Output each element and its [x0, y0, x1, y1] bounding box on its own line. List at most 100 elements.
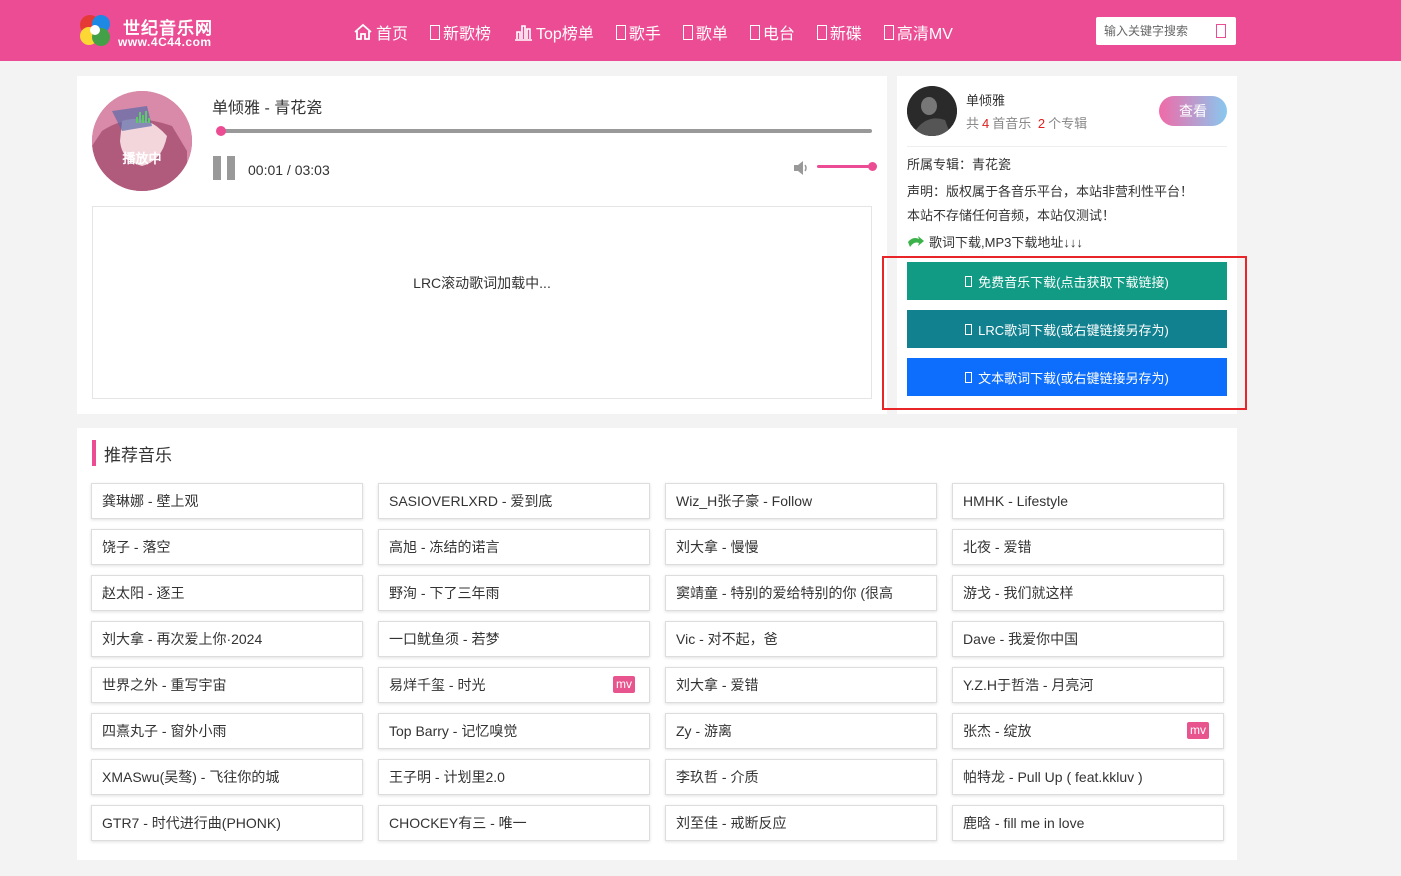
song-link-item[interactable]: 高旭 - 冻结的诺言: [378, 529, 650, 565]
nav-item-top-charts[interactable]: Top榜单: [513, 20, 594, 44]
download-highlight-box: [882, 256, 1247, 410]
volume-slider[interactable]: [817, 162, 877, 171]
song-link-item[interactable]: 张杰 - 绽放 mv: [952, 713, 1224, 749]
heading-accent-bar: [92, 440, 96, 466]
song-link-item[interactable]: 游戈 - 我们就这样: [952, 575, 1224, 611]
song-link-item[interactable]: 北夜 - 爱错: [952, 529, 1224, 565]
song-link-label: 张杰 - 绽放: [963, 723, 1032, 739]
top-header: 世纪音乐网 www.4C44.com 首页 新歌榜 Top榜单 歌手 歌单 电台…: [0, 0, 1401, 61]
progress-bar[interactable]: [215, 126, 872, 136]
playing-status: 播放中: [122, 151, 162, 166]
download-arrow-icon: [908, 236, 924, 247]
song-link-item[interactable]: Top Barry - 记忆嗅觉: [378, 713, 650, 749]
song-link-item[interactable]: 刘至佳 - 戒断反应: [665, 805, 937, 841]
box-icon: [749, 24, 760, 40]
nav-label: 歌单: [695, 26, 728, 43]
album-count: 2: [1037, 116, 1046, 131]
mv-badge[interactable]: mv: [1187, 722, 1209, 739]
artist-name[interactable]: 单倾雅: [966, 90, 1005, 109]
search-icon[interactable]: [1216, 24, 1226, 38]
song-link-label: CHOCKEY有三 - 唯一: [389, 815, 527, 831]
song-link-label: Zy - 游离: [676, 723, 732, 739]
download-hint: 歌词下载,MP3下载地址↓↓↓: [907, 232, 1083, 251]
song-link-label: 世界之外 - 重写宇宙: [102, 677, 227, 693]
nav-item-home[interactable]: 首页: [353, 20, 408, 44]
song-link-item[interactable]: Y.Z.H于哲浩 - 月亮河: [952, 667, 1224, 703]
recommended-music-section: 推荐音乐 龚琳娜 - 壁上观 SASIOVERLXRD - 爱到底 Wiz_H张子豪…: [77, 428, 1237, 860]
song-link-item[interactable]: Dave - 我爱你中国: [952, 621, 1224, 657]
album-cover[interactable]: 播放中: [92, 91, 192, 191]
song-link-item[interactable]: 龚琳娜 - 壁上观: [91, 483, 363, 519]
box-icon: [816, 24, 827, 40]
song-link-label: Top Barry - 记忆嗅觉: [389, 723, 518, 739]
section-heading: 推荐音乐: [92, 440, 172, 466]
song-link-item[interactable]: 刘大拿 - 爱错: [665, 667, 937, 703]
song-link-label: Dave - 我爱你中国: [963, 631, 1079, 647]
album-unit: 个专辑: [1048, 116, 1088, 131]
nav-item-playlists[interactable]: 歌单: [682, 20, 728, 44]
song-link-item[interactable]: 窦靖童 - 特别的爱给特别的你 (很高: [665, 575, 937, 611]
song-link-label: 饶子 - 落空: [102, 539, 171, 555]
song-link-item[interactable]: 鹿晗 - fill me in love: [952, 805, 1224, 841]
logo-mark-icon: [80, 15, 110, 46]
storage-notice: 本站不存储任何音频，本站仅测试！: [907, 208, 1116, 223]
nav-label: 电台: [762, 26, 795, 43]
main-nav: 首页 新歌榜 Top榜单 歌手 歌单 电台 新碟 高清MV: [353, 19, 975, 45]
song-link-item[interactable]: Zy - 游离: [665, 713, 937, 749]
nav-item-singers[interactable]: 歌手: [615, 20, 661, 44]
song-link-item[interactable]: XMASwu(吴骜) - 飞往你的城: [91, 759, 363, 795]
song-link-item[interactable]: 赵太阳 - 逐王: [91, 575, 363, 611]
song-link-item[interactable]: HMHK - Lifestyle: [952, 483, 1224, 519]
song-link-item[interactable]: CHOCKEY有三 - 唯一: [378, 805, 650, 841]
song-link-item[interactable]: Vic - 对不起，爸: [665, 621, 937, 657]
artist-stats: 共 4 首音乐 2 个专辑: [966, 113, 1087, 132]
nav-item-radio[interactable]: 电台: [749, 20, 795, 44]
nav-label: 歌手: [628, 26, 661, 43]
volume-icon[interactable]: [793, 159, 811, 177]
song-link-item[interactable]: 王子明 - 计划里2.0: [378, 759, 650, 795]
song-link-item[interactable]: 易烊千玺 - 时光 mv: [378, 667, 650, 703]
song-link-label: 赵太阳 - 逐王: [102, 585, 185, 601]
time-display: 00:01 / 03:03: [248, 162, 330, 178]
song-link-item[interactable]: 刘大拿 - 慢慢: [665, 529, 937, 565]
song-link-label: 李玖哲 - 介质: [676, 769, 759, 785]
song-link-item[interactable]: 饶子 - 落空: [91, 529, 363, 565]
song-link-label: 野洵 - 下了三年雨: [389, 585, 500, 601]
song-link-item[interactable]: 野洵 - 下了三年雨: [378, 575, 650, 611]
search-input[interactable]: [1096, 18, 1206, 44]
song-link-item[interactable]: 帕特龙 - Pull Up ( feat.kkluv ): [952, 759, 1224, 795]
song-link-label: 高旭 - 冻结的诺言: [389, 539, 500, 555]
song-link-label: 北夜 - 爱错: [963, 539, 1032, 555]
song-link-label: 刘大拿 - 再次爱上你·2024: [102, 631, 263, 647]
song-link-item[interactable]: Wiz_H张子豪 - Follow: [665, 483, 937, 519]
nav-item-new-albums[interactable]: 新碟: [816, 20, 862, 44]
nav-item-new-songs[interactable]: 新歌榜: [430, 20, 491, 44]
view-artist-button[interactable]: 查看: [1159, 96, 1227, 126]
song-link-label: 帕特龙 - Pull Up ( feat.kkluv ): [963, 769, 1143, 785]
song-link-item[interactable]: SASIOVERLXRD - 爱到底: [378, 483, 650, 519]
song-link-item[interactable]: 李玖哲 - 介质: [665, 759, 937, 795]
song-link-label: 刘大拿 - 慢慢: [676, 539, 759, 555]
site-logo[interactable]: 世纪音乐网 www.4C44.com: [77, 12, 227, 52]
song-link-label: Vic - 对不起，爸: [676, 631, 778, 647]
box-icon: [883, 24, 894, 40]
nav-item-hd-mv[interactable]: 高清MV: [883, 20, 953, 44]
song-count: 4: [982, 116, 990, 131]
song-link-label: 一口鱿鱼须 - 若梦: [389, 631, 500, 647]
artist-avatar[interactable]: [907, 86, 957, 136]
stats-prefix: 共: [966, 116, 980, 131]
song-link-label: 刘至佳 - 戒断反应: [676, 815, 787, 831]
copyright-notice: 声明：版权属于各音乐平台，本站非营利性平台！: [907, 184, 1194, 199]
song-link-label: Y.Z.H于哲浩 - 月亮河: [963, 677, 1094, 693]
progress-knob[interactable]: [215, 126, 226, 136]
song-link-item[interactable]: GTR7 - 时代进行曲(PHONK): [91, 805, 363, 841]
song-link-item[interactable]: 世界之外 - 重写宇宙: [91, 667, 363, 703]
song-link-item[interactable]: 刘大拿 - 再次爱上你·2024: [91, 621, 363, 657]
song-link-item[interactable]: 一口鱿鱼须 - 若梦: [378, 621, 650, 657]
mv-badge[interactable]: mv: [613, 676, 635, 693]
song-link-label: HMHK - Lifestyle: [963, 493, 1069, 509]
volume-knob[interactable]: [868, 162, 877, 171]
cover-art-image: [92, 91, 192, 191]
song-link-item[interactable]: 四熹丸子 - 窗外小雨: [91, 713, 363, 749]
pause-button[interactable]: [213, 156, 235, 180]
